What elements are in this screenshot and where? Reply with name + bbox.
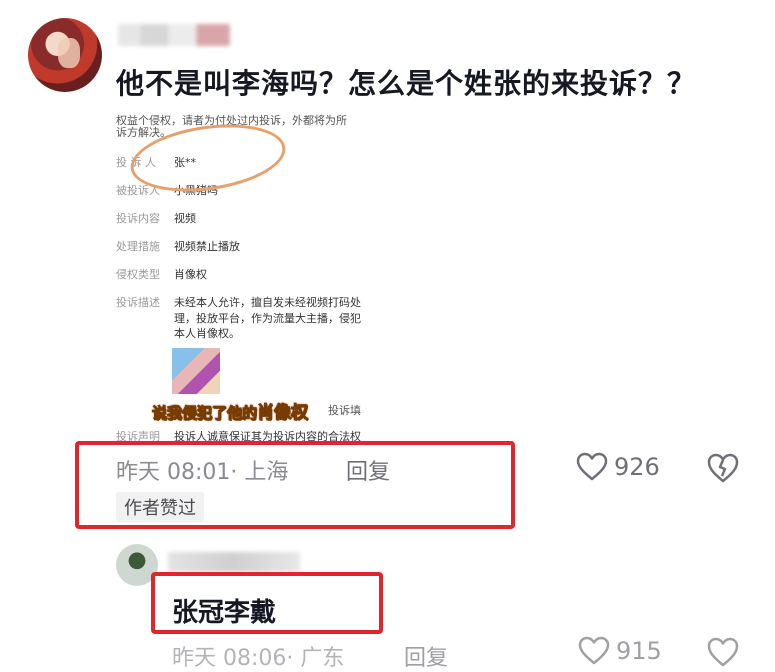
- reply-reply-button[interactable]: 回复: [404, 640, 448, 672]
- reply-username-blurred[interactable]: [168, 552, 300, 572]
- image-caption: 说我侵犯了他的肖像权: [151, 403, 309, 424]
- heart-outline-icon: [578, 636, 610, 665]
- username-blurred[interactable]: [118, 24, 230, 46]
- reply-time-location: 昨天 08:06· 广东: [172, 646, 345, 671]
- highlight-box-meta: [75, 441, 515, 529]
- user-avatar[interactable]: [28, 18, 102, 92]
- dislike-button[interactable]: [706, 452, 740, 488]
- like-count: 926: [614, 453, 660, 481]
- highlight-box-reply: [151, 572, 383, 634]
- reply-like-button[interactable]: 915: [578, 636, 662, 666]
- image-thumbnail: [172, 348, 220, 394]
- comment-text: 他不是叫李海吗？怎么是个姓张的来投诉？？: [116, 67, 697, 100]
- image-caption-side: 投诉填: [328, 404, 361, 417]
- reply-dislike-button[interactable]: [706, 636, 740, 672]
- like-button[interactable]: 926: [576, 452, 660, 482]
- broken-heart-icon: [707, 637, 739, 667]
- heart-outline-icon: [576, 452, 608, 481]
- reply-like-count: 915: [616, 637, 662, 665]
- broken-heart-icon: [707, 453, 739, 483]
